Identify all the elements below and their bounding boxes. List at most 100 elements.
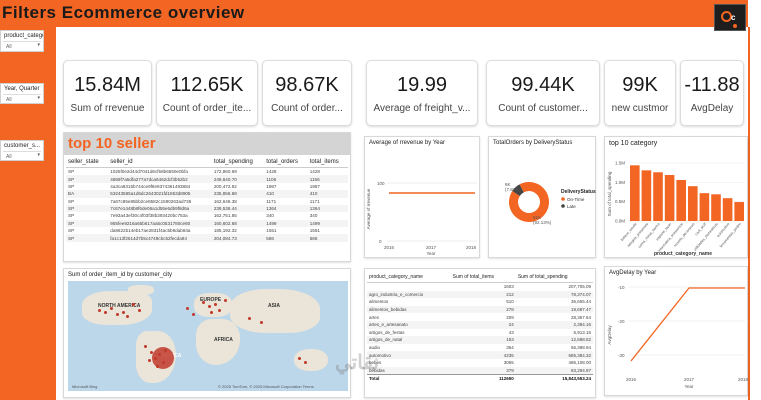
table-cell: 12,688.52 <box>515 336 593 344</box>
table-row[interactable]: 1603 207,705.09 <box>367 283 593 291</box>
city-bubble[interactable] <box>126 315 129 318</box>
table-row[interactable]: alimentos_bebidas 278 19,687.47 <box>367 305 593 314</box>
column-header[interactable]: seller_id <box>108 157 212 168</box>
map-attribution: © 2025 TomTom, © 2025 Microsoft Corporat… <box>218 384 314 389</box>
table-row[interactable]: SP da8622b14eb17ae2831f4ac5b9dab84a 185,19… <box>66 227 348 234</box>
table-cell: 340 <box>309 213 318 219</box>
city-bubble[interactable] <box>260 321 263 324</box>
table-row[interactable]: SP 4869f7a5dfa277a7dca6462dcf3b52b2 249,64… <box>66 175 348 183</box>
city-bubble[interactable] <box>144 345 147 348</box>
slicer-dropdown[interactable]: All <box>3 41 41 52</box>
total-row[interactable]: Total 112650 15,843,553.24 <box>367 374 593 383</box>
column-header[interactable]: product_category_name <box>367 272 451 283</box>
column-header[interactable]: Sum of total_spending <box>515 272 593 283</box>
table-row[interactable]: alimentos 510 36,655.44 <box>367 298 593 306</box>
table-row[interactable]: bebes 3065 486,108.00 <box>367 359 593 367</box>
city-bubble[interactable] <box>192 313 195 316</box>
city-bubble[interactable] <box>132 303 135 306</box>
city-bubble[interactable] <box>110 307 113 310</box>
category-table[interactable]: product_category_name Sum of total_items S… <box>364 268 596 398</box>
table-row[interactable]: artes 209 28,367.64 <box>367 313 593 321</box>
city-bubble[interactable] <box>104 311 107 314</box>
city-bubble[interactable] <box>248 317 251 320</box>
top-category-chart[interactable]: top 10 category Sum of total_spending pr… <box>604 136 748 258</box>
category-bar <box>630 165 640 221</box>
delay-by-year-chart[interactable]: AvgDelay by Year AvgDelay -10 -20 -30 20… <box>604 266 749 396</box>
kpi-card-freight[interactable]: 19.99 Average of freight_v... <box>366 60 478 126</box>
table-cell: 278 <box>450 305 516 314</box>
kpi-label: Count of customer... <box>498 103 588 114</box>
column-header[interactable]: total_orders <box>264 157 308 168</box>
city-bubble[interactable] <box>116 313 119 316</box>
city-bubble[interactable] <box>224 299 227 302</box>
table-cell: 78,374.07 <box>515 290 593 299</box>
table-row[interactable]: SP 7e93a43ef30c4f03f38b393420bc753a 162,75… <box>66 212 348 219</box>
table-cell: 4a3ca9315b744ce9f8e9374361493884 <box>110 183 191 189</box>
table-cell: bebes <box>369 360 382 366</box>
table-row[interactable]: audio 364 56,398.94 <box>367 344 593 352</box>
city-bubble[interactable] <box>218 309 221 312</box>
city-bubble[interactable] <box>122 311 125 314</box>
category-grid[interactable]: product_category_name Sum of total_items S… <box>367 272 593 383</box>
column-header[interactable]: Sum of total_items <box>450 272 516 283</box>
column-header[interactable]: total_items <box>307 157 348 168</box>
revenue-by-year-chart[interactable]: Average of rrevenue by Year Average of r… <box>364 136 480 258</box>
table-cell: Total <box>367 374 451 383</box>
table-row[interactable]: artigos_de_festas 43 5,913.15 <box>367 329 593 337</box>
kpi-card-new-customer[interactable]: 99K new custmor <box>604 60 676 126</box>
table-cell: SP <box>66 204 109 213</box>
kpi-value: 99K <box>622 74 658 96</box>
city-bubble[interactable] <box>98 309 101 312</box>
table-cell: 7a67c85e85bb2ce8582c1590263ad736 <box>110 198 192 204</box>
customer-state-slicer[interactable]: customer_s... All <box>0 140 44 161</box>
city-bubble[interactable] <box>208 305 211 308</box>
kpi-card-revenue[interactable]: 15.84M Sum of rrevenue <box>63 60 152 126</box>
city-bubble[interactable] <box>186 307 189 310</box>
kpi-card-orders[interactable]: 98.67K Count of order... <box>262 60 352 126</box>
table-row[interactable]: SP 1025f0e2d44d7041d6cf58b6550e0bfa 172,86… <box>66 168 348 176</box>
column-header[interactable]: seller_state <box>66 157 109 168</box>
table-row[interactable]: SP fa1c13f2614d7b5c4749cbc52fecda94 204,08… <box>66 234 348 242</box>
table-cell: bebidas <box>367 366 451 375</box>
column-header[interactable]: total_spending <box>211 157 265 168</box>
table-row[interactable]: agro_industria_e_comercio 212 78,374.07 <box>367 290 593 299</box>
city-bubble[interactable] <box>202 301 205 304</box>
city-bubble-large[interactable] <box>152 347 174 369</box>
city-bubble[interactable] <box>304 361 307 364</box>
city-bubble[interactable] <box>148 359 151 362</box>
city-bubble[interactable] <box>138 309 141 312</box>
table-row[interactable]: BA 53243585a1d6dc2643021fd1853d8905 235,85… <box>66 190 348 198</box>
product-category-slicer[interactable]: product_categor... All <box>0 30 44 52</box>
delivery-status-donut[interactable]: TotalOrders by DeliveryStatus 8K (7.87%)… <box>488 136 596 258</box>
city-bubble[interactable] <box>298 357 301 360</box>
year-quarter-slicer[interactable]: Year, Quarter All <box>0 83 44 104</box>
table-row[interactable]: SP 4a3ca9315b744ce9f8e9374361493884 200,47… <box>66 183 348 190</box>
table-row[interactable]: artigos_de_natal 153 12,688.52 <box>367 336 593 344</box>
kpi-card-avg-delay[interactable]: -11.88 AvgDelay <box>680 60 744 126</box>
table-cell: 1171 <box>309 198 320 204</box>
table-row[interactable]: bebidas 379 83,294.97 <box>367 366 593 375</box>
table-cell: 19,687.47 <box>515 305 593 314</box>
table-cell: SP <box>68 169 75 175</box>
table-row[interactable]: SP 7c67e1448b8f6de06a1d55e6db9f8d6a 239,53… <box>66 204 348 213</box>
category-bar <box>722 198 733 221</box>
world-map[interactable]: NORTH AMERICA EUROPE ASIA AFRICA AMERICA… <box>68 281 348 391</box>
kpi-card-customers[interactable]: 99.44K Count of customer... <box>486 60 600 126</box>
table-cell: 1364 <box>264 204 308 213</box>
slicer-label: product_categor... <box>4 33 43 39</box>
kpi-card-order-items[interactable]: 112.65K Count of order_ite... <box>156 60 258 126</box>
seller-grid[interactable]: seller_state seller_id total_spending total… <box>66 157 348 242</box>
top-seller-table[interactable]: top 10 seller seller_state seller_id total… <box>63 132 351 262</box>
city-bubble[interactable] <box>214 303 217 306</box>
slicer-dropdown[interactable]: All <box>3 151 41 162</box>
city-bubble[interactable] <box>210 311 213 314</box>
greenland-land <box>128 285 154 295</box>
city-map-panel[interactable]: Sum of order_item_id by customer_city NO… <box>63 268 351 398</box>
table-row[interactable]: SP 7a67c85e85bb2ce8582c1590263ad736 162,64… <box>66 198 348 205</box>
table-cell: SP <box>68 183 75 189</box>
table-row[interactable]: SP 955fee9216a65b617aa5c0531780ce60 160,60… <box>66 219 348 227</box>
table-row[interactable]: artes_e_artesanato 24 2,394.16 <box>367 320 593 329</box>
kpi-label: Average of freight_v... <box>373 103 471 114</box>
table-row[interactable]: automotivo 4235 685,384.32 <box>367 351 593 359</box>
slicer-dropdown[interactable]: All <box>3 94 41 105</box>
